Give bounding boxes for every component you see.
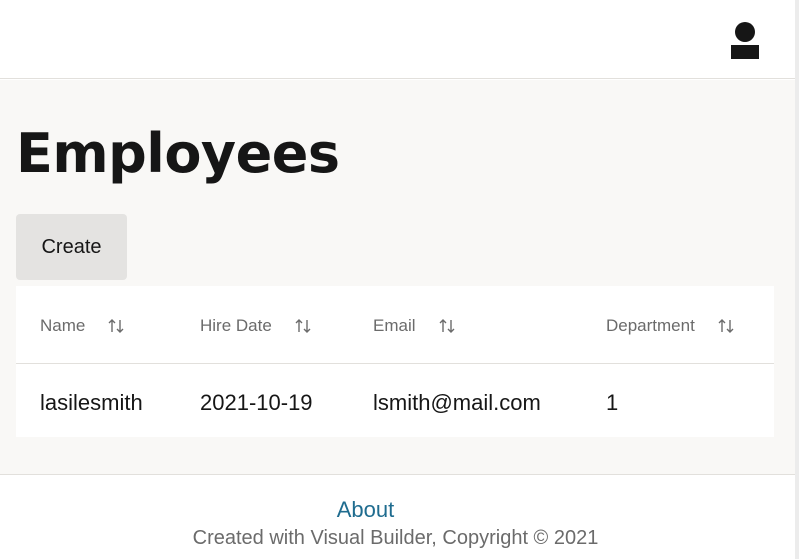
sort-icon[interactable] — [438, 317, 456, 335]
cell-hire-date: 2021-10-19 — [200, 390, 313, 415]
employees-table: Name Hire Date Email Department lasilesm… — [16, 286, 774, 437]
sort-icon[interactable] — [107, 317, 125, 335]
column-header-hire-date[interactable]: Hire Date — [200, 314, 312, 338]
column-header-name[interactable]: Name — [40, 314, 125, 338]
column-header-label: Hire Date — [200, 316, 272, 335]
sort-icon[interactable] — [294, 317, 312, 335]
column-header-label: Email — [373, 316, 416, 335]
table-header: Name Hire Date Email Department — [16, 286, 774, 364]
user-icon-head — [735, 21, 755, 42]
about-link[interactable]: About — [0, 497, 731, 523]
column-header-department[interactable]: Department — [606, 314, 735, 338]
cell-department: 1 — [606, 390, 619, 415]
app-footer: About Created with Visual Builder, Copyr… — [0, 476, 795, 559]
user-menu-button[interactable] — [724, 18, 766, 62]
cell-email: lsmith@mail.com — [373, 390, 541, 415]
column-header-label: Department — [606, 316, 695, 335]
copyright-text: Created with Visual Builder, Copyright ©… — [192, 527, 599, 549]
page-title: Employees — [16, 122, 340, 185]
cell-name: lasilesmith — [40, 390, 143, 415]
table-row[interactable]: lasilesmith 2021-10-19 lsmith@mail.com 1 — [16, 364, 774, 437]
main-content: Employees Create Name Hire Date Email De… — [0, 80, 795, 475]
create-button[interactable]: Create — [16, 214, 127, 280]
app-header — [0, 0, 795, 79]
scrollbar[interactable] — [795, 0, 799, 559]
user-icon-body — [731, 44, 759, 59]
column-header-email[interactable]: Email — [373, 314, 456, 338]
sort-icon[interactable] — [717, 317, 735, 335]
column-header-label: Name — [40, 316, 86, 335]
